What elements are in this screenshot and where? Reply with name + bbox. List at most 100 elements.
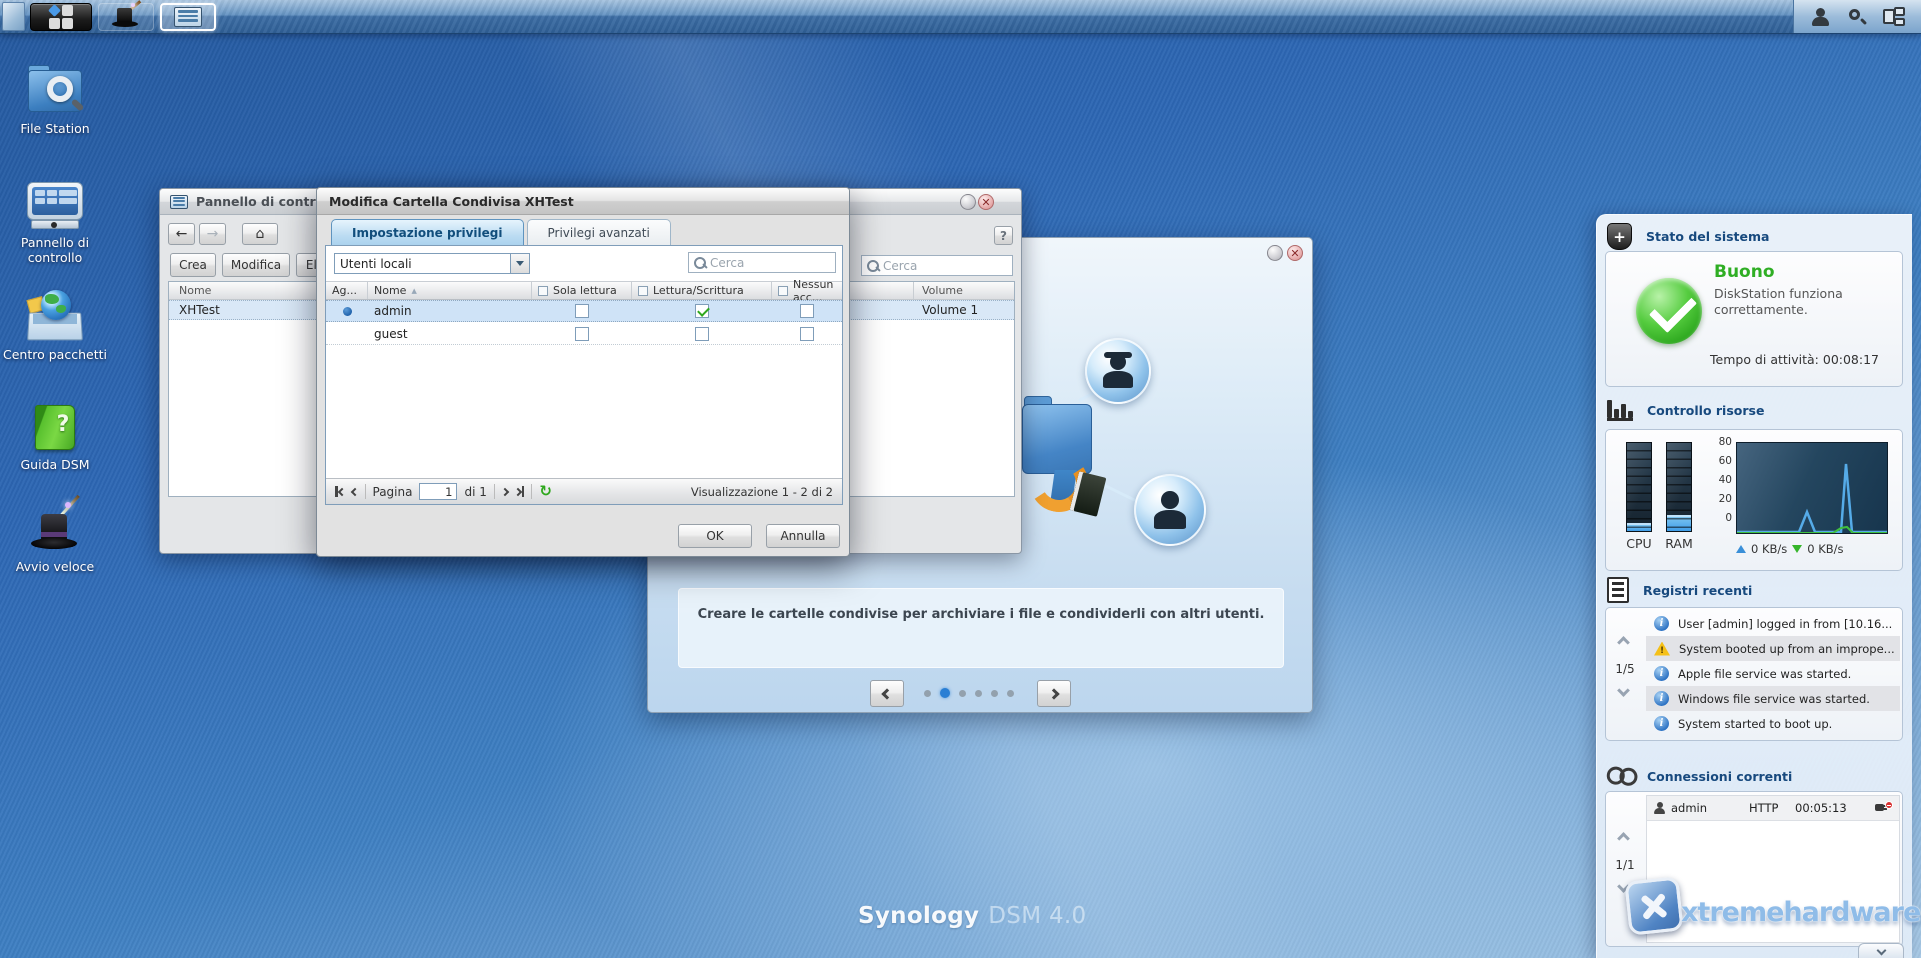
scroll-up-icon[interactable] xyxy=(1617,636,1630,649)
user-menu-icon[interactable] xyxy=(1810,7,1830,27)
tab-privilege-setup[interactable]: Impostazione privilegi xyxy=(331,219,524,246)
wizard-dot[interactable] xyxy=(1007,690,1014,697)
wizard-prev-button[interactable] xyxy=(870,680,904,707)
list-item[interactable]: System booted up from an imprope... xyxy=(1646,636,1900,661)
first-page-button[interactable] xyxy=(335,486,345,497)
back-button[interactable]: ← xyxy=(168,223,195,245)
next-page-button[interactable] xyxy=(502,489,508,495)
status-text: Buono xyxy=(1714,262,1775,282)
current-connections-header: Connessioni correnti xyxy=(1607,763,1792,789)
readonly-checkbox[interactable] xyxy=(575,327,589,341)
pilot-view-icon[interactable] xyxy=(1883,7,1905,27)
wizard-dot[interactable] xyxy=(959,690,966,697)
user-name: admin xyxy=(368,301,532,321)
taskbar-right-group xyxy=(1793,0,1921,33)
wizard-next-button[interactable] xyxy=(1037,680,1071,707)
column-header-add[interactable]: Ag... xyxy=(326,282,368,299)
list-item[interactable]: Windows file service was started. xyxy=(1646,686,1900,711)
chevron-right-icon xyxy=(501,487,509,495)
wizard-dot[interactable] xyxy=(924,690,931,697)
search-icon xyxy=(694,257,706,269)
disconnect-icon[interactable] xyxy=(1875,801,1893,815)
connection-duration: 00:05:13 xyxy=(1795,801,1861,815)
xtremehardware-logo xyxy=(1624,876,1683,935)
minimize-button[interactable] xyxy=(960,194,976,210)
dsm-branding: SynologyDSM 4.0 xyxy=(858,903,1086,929)
select-all-readonly-checkbox[interactable] xyxy=(538,286,548,296)
desktop-icon-dsm-help[interactable]: ? Guida DSM xyxy=(0,404,110,472)
create-button[interactable]: Crea xyxy=(170,253,216,277)
page-label: Pagina xyxy=(373,485,413,499)
select-all-noaccess-checkbox[interactable] xyxy=(778,286,788,296)
network-traffic-chart xyxy=(1736,442,1888,534)
bar-chart-icon xyxy=(1607,399,1633,421)
refresh-icon[interactable]: ↻ xyxy=(539,484,552,499)
recent-logs-box: 1/5 User [admin] logged in from [10.16..… xyxy=(1605,607,1903,741)
chevron-left-icon xyxy=(350,487,358,495)
show-desktop-button[interactable] xyxy=(2,2,25,31)
wizard-dot[interactable] xyxy=(975,690,982,697)
select-all-readwrite-checkbox[interactable] xyxy=(638,286,648,296)
column-header-noaccess[interactable]: Nessun acc... xyxy=(772,282,842,299)
list-item[interactable]: System started to boot up. xyxy=(1646,711,1900,736)
wizard-page-dots[interactable] xyxy=(924,684,1030,702)
page-count: di 1 xyxy=(464,485,486,499)
noaccess-checkbox[interactable] xyxy=(800,327,814,341)
recent-logs-header: Registri recenti xyxy=(1607,577,1752,603)
desktop-icon-control-panel[interactable]: Pannello di controllo xyxy=(0,180,110,265)
table-row[interactable]: admin xyxy=(326,300,842,322)
list-item[interactable]: Apple file service was started. xyxy=(1646,661,1900,686)
prev-page-button[interactable] xyxy=(352,489,358,495)
noaccess-checkbox[interactable] xyxy=(800,304,814,318)
last-page-button[interactable] xyxy=(515,486,525,497)
cancel-button[interactable]: Annulla xyxy=(766,524,840,548)
edit-shared-folder-dialog: Modifica Cartella Condivisa XHTest Impos… xyxy=(316,187,850,557)
user-type-select[interactable]: Utenti locali xyxy=(334,253,530,274)
column-header-readwrite[interactable]: Lettura/Scrittura xyxy=(632,282,772,299)
connections-pager: 1/1 xyxy=(1606,858,1644,872)
column-header-volume[interactable]: Volume xyxy=(914,282,1014,299)
search-input[interactable]: Cerca xyxy=(861,255,1013,276)
readonly-checkbox[interactable] xyxy=(575,304,589,318)
y-tick: 80 xyxy=(1706,436,1732,448)
wizard-dot[interactable] xyxy=(940,688,950,698)
chevron-down-icon xyxy=(510,254,529,273)
control-panel-taskbar-button[interactable] xyxy=(160,3,216,31)
sidebar-collapse-tab[interactable] xyxy=(1858,943,1904,958)
scroll-down-icon[interactable] xyxy=(1617,684,1630,697)
y-tick: 20 xyxy=(1706,493,1732,505)
list-item[interactable]: User [admin] logged in from [10.16... xyxy=(1646,611,1900,636)
search-icon[interactable] xyxy=(1847,7,1867,27)
help-button[interactable]: ? xyxy=(994,226,1013,245)
dialog-titlebar[interactable]: Modifica Cartella Condivisa XHTest xyxy=(317,188,849,215)
page-input[interactable]: 1 xyxy=(419,483,457,500)
tab-advanced-privileges[interactable]: Privilegi avanzati xyxy=(527,219,671,246)
system-status-box: Buono DiskStation funziona correttamente… xyxy=(1605,251,1903,387)
close-icon[interactable]: ✕ xyxy=(978,194,994,210)
forward-button[interactable]: → xyxy=(199,223,226,245)
column-header-name[interactable]: Nome▲ xyxy=(368,282,532,299)
shared-folder-illustration xyxy=(1022,396,1092,516)
home-button[interactable]: ⌂ xyxy=(242,223,278,245)
search-input[interactable]: Cerca xyxy=(688,252,836,273)
readwrite-checkbox[interactable] xyxy=(695,327,709,341)
column-header-readonly[interactable]: Sola lettura xyxy=(532,282,632,299)
ok-button[interactable]: OK xyxy=(678,524,752,548)
wizard-dot[interactable] xyxy=(991,690,998,697)
list-item[interactable]: admin HTTP 00:05:13 xyxy=(1647,796,1899,820)
quick-start-taskbar-button[interactable] xyxy=(98,3,154,31)
desktop-icon-quick-start[interactable]: Avvio veloce xyxy=(0,508,110,574)
table-row[interactable]: guest xyxy=(326,323,842,345)
y-tick: 60 xyxy=(1706,455,1732,467)
modify-button[interactable]: Modifica xyxy=(222,253,290,277)
scroll-up-icon[interactable] xyxy=(1617,832,1630,845)
desktop-icon-file-station[interactable]: File Station xyxy=(0,58,110,136)
main-menu-button[interactable] xyxy=(30,3,92,31)
watermark-text: xtremehardware.it xyxy=(1681,897,1921,928)
shield-plus-icon: + xyxy=(1607,223,1632,250)
close-icon[interactable]: ✕ xyxy=(1287,245,1303,261)
minimize-button[interactable] xyxy=(1267,245,1283,261)
desktop-icon-package-center[interactable]: Centro pacchetti xyxy=(0,290,110,362)
log-icon xyxy=(1654,616,1669,631)
readwrite-checkbox[interactable] xyxy=(695,304,709,318)
